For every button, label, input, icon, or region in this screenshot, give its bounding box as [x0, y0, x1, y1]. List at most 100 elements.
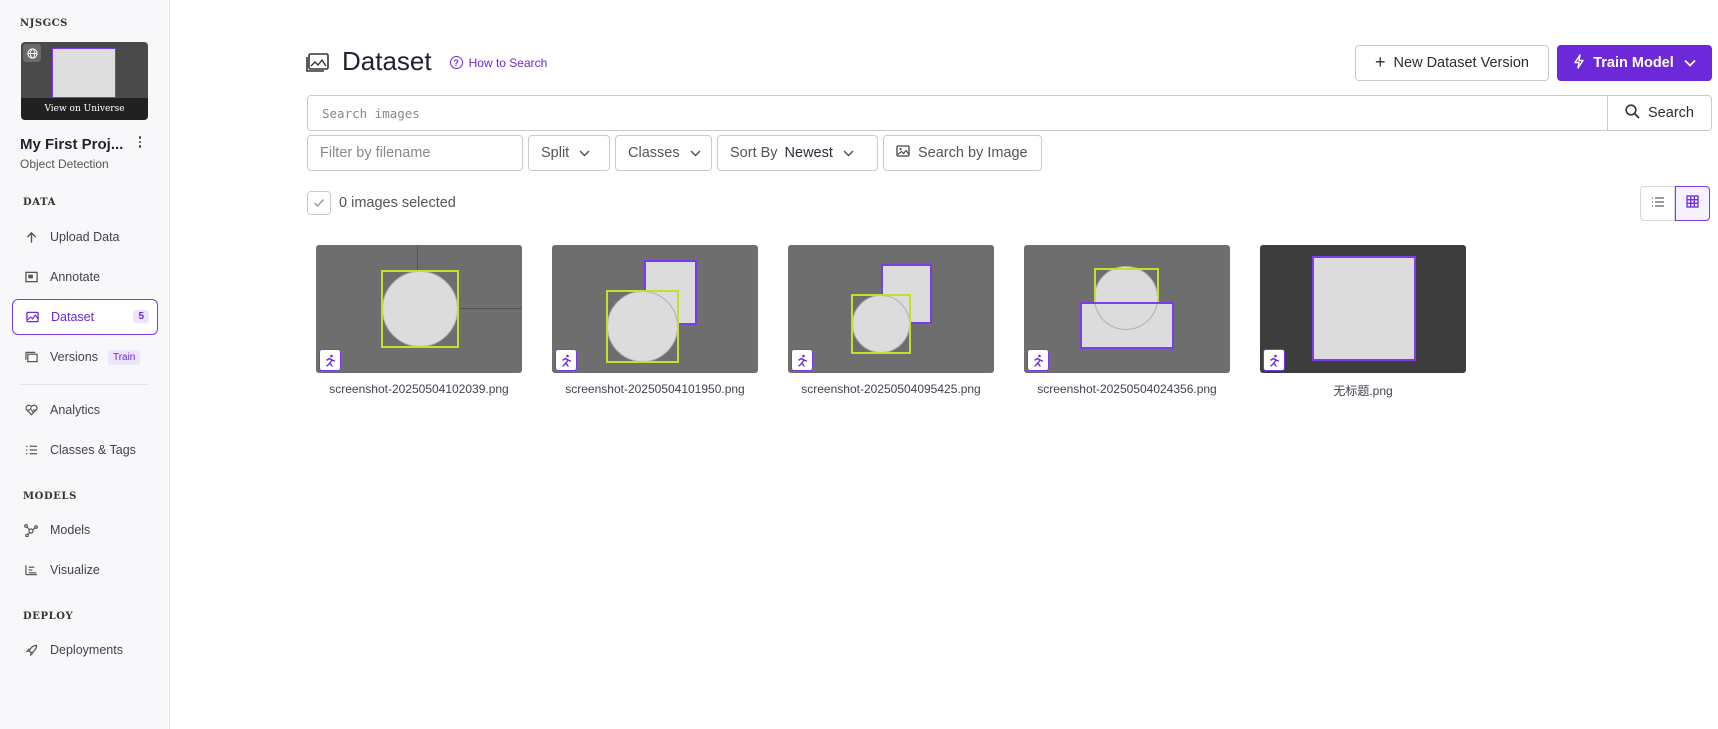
running-person-icon: [555, 349, 577, 371]
globe-icon: [23, 44, 41, 62]
project-thumbnail[interactable]: View on Universe: [21, 42, 148, 120]
image-filename: screenshot-20250504102039.png: [329, 382, 509, 396]
images-selected-text: 0 images selected: [339, 195, 456, 211]
search-images-input[interactable]: [307, 95, 1609, 131]
sort-by-dropdown[interactable]: Sort By Newest: [717, 135, 878, 171]
sidebar-item-deployments[interactable]: Deployments: [12, 632, 158, 668]
sidebar-item-analytics[interactable]: Analytics: [12, 392, 158, 428]
dataset-count-badge: 5: [133, 310, 149, 323]
sidebar-item-label: Annotate: [50, 270, 101, 284]
image-filename: 无标题.png: [1333, 384, 1393, 398]
image-card[interactable]: screenshot-20250504095425.png: [788, 245, 994, 396]
grid-icon: [1686, 194, 1699, 213]
image-filename: screenshot-20250504095425.png: [801, 382, 981, 396]
section-models-heading: MODELS: [23, 491, 77, 502]
models-icon: [24, 523, 38, 537]
running-person-icon: [1263, 349, 1285, 371]
image-thumbnail[interactable]: [1024, 245, 1230, 373]
search-button[interactable]: Search: [1607, 95, 1712, 131]
how-to-search-label: How to Search: [468, 55, 548, 70]
running-person-icon: [791, 349, 813, 371]
new-dataset-version-label: New Dataset Version: [1393, 55, 1529, 71]
project-type: Object Detection: [20, 157, 109, 171]
chevron-down-icon: [579, 145, 590, 161]
dataset-icon: [25, 310, 39, 324]
project-name: My First Proj...: [20, 136, 124, 153]
sidebar-divider: [20, 384, 148, 385]
search-by-image-button[interactable]: Search by Image: [883, 135, 1042, 171]
chevron-down-icon: [690, 145, 701, 161]
running-person-icon: [1027, 349, 1049, 371]
versions-icon: [24, 350, 38, 364]
new-dataset-version-button[interactable]: + New Dataset Version: [1355, 45, 1549, 81]
image-card[interactable]: 无标题.png: [1260, 245, 1466, 399]
classes-label: Classes: [628, 145, 680, 161]
sidebar-item-classes-tags[interactable]: Classes & Tags: [12, 432, 158, 468]
sidebar-item-label: Versions: [50, 350, 98, 364]
section-deploy-heading: DEPLOY: [23, 611, 74, 622]
grid-view-button[interactable]: [1675, 186, 1710, 221]
view-toggle: [1640, 186, 1710, 221]
annotate-icon: [24, 270, 38, 284]
upload-icon: [24, 230, 38, 244]
sidebar-item-label: Models: [50, 523, 91, 537]
chevron-down-icon: [1684, 55, 1696, 71]
search-by-image-label: Search by Image: [918, 145, 1028, 161]
sidebar: NJSGCS View on Universe My First Proj...…: [0, 0, 170, 729]
image-card[interactable]: screenshot-20250504024356.png: [1024, 245, 1230, 396]
sidebar-item-label: Classes & Tags: [50, 443, 136, 457]
classes-dropdown[interactable]: Classes: [615, 135, 712, 171]
workspace-name[interactable]: NJSGCS: [20, 18, 68, 29]
sidebar-item-label: Visualize: [50, 563, 100, 577]
image-thumbnail[interactable]: [552, 245, 758, 373]
split-dropdown[interactable]: Split: [528, 135, 610, 171]
image-thumbnail[interactable]: [316, 245, 522, 373]
image-filename: screenshot-20250504024356.png: [1037, 382, 1217, 396]
how-to-search-link[interactable]: ? How to Search: [449, 55, 548, 70]
train-model-label: Train Model: [1593, 55, 1674, 71]
section-data-heading: DATA: [23, 197, 56, 208]
sidebar-item-annotate[interactable]: Annotate: [12, 259, 158, 295]
sidebar-item-upload-data[interactable]: Upload Data: [12, 219, 158, 255]
train-model-button[interactable]: Train Model: [1557, 45, 1712, 81]
sort-by-value: Newest: [784, 145, 833, 161]
train-pill: Train: [107, 349, 141, 365]
view-on-universe-label[interactable]: View on Universe: [21, 98, 148, 120]
help-icon: ?: [449, 56, 463, 69]
image-card[interactable]: screenshot-20250504102039.png: [316, 245, 522, 396]
image-thumbnail[interactable]: [788, 245, 994, 373]
sidebar-item-label: Dataset: [51, 310, 95, 324]
sidebar-item-versions[interactable]: Versions Train: [12, 339, 158, 375]
sidebar-item-label: Upload Data: [50, 230, 120, 244]
image-filename: screenshot-20250504101950.png: [565, 382, 745, 396]
thumbnail-preview: [52, 48, 116, 98]
classes-icon: [24, 443, 38, 457]
sidebar-item-label: Analytics: [50, 403, 101, 417]
search-icon: [1625, 103, 1640, 123]
list-icon: [1651, 195, 1665, 213]
search-button-label: Search: [1648, 105, 1694, 121]
chevron-down-icon: [843, 145, 854, 161]
dataset-header-icon: [306, 51, 330, 73]
sidebar-item-visualize[interactable]: Visualize: [12, 552, 158, 588]
analytics-icon: [24, 403, 38, 417]
page-header: Dataset ? How to Search: [306, 46, 547, 77]
image-thumbnail[interactable]: [1260, 245, 1466, 373]
image-card[interactable]: screenshot-20250504101950.png: [552, 245, 758, 396]
split-label: Split: [541, 145, 570, 161]
image-icon: [896, 145, 910, 161]
sidebar-item-label: Deployments: [50, 643, 123, 657]
select-all-checkbox[interactable]: [307, 191, 331, 215]
filename-filter-input[interactable]: [307, 135, 523, 171]
plus-icon: +: [1375, 51, 1386, 72]
visualize-icon: [24, 563, 38, 577]
sort-by-label: Sort By: [730, 145, 778, 161]
list-view-button[interactable]: [1640, 186, 1675, 221]
sidebar-item-dataset[interactable]: Dataset 5: [12, 299, 158, 335]
lightning-icon: [1573, 53, 1585, 73]
rocket-icon: [24, 643, 38, 657]
selection-row: 0 images selected: [307, 191, 456, 215]
project-menu-icon[interactable]: [134, 134, 146, 150]
sidebar-item-models[interactable]: Models: [12, 512, 158, 548]
running-person-icon: [319, 349, 341, 371]
